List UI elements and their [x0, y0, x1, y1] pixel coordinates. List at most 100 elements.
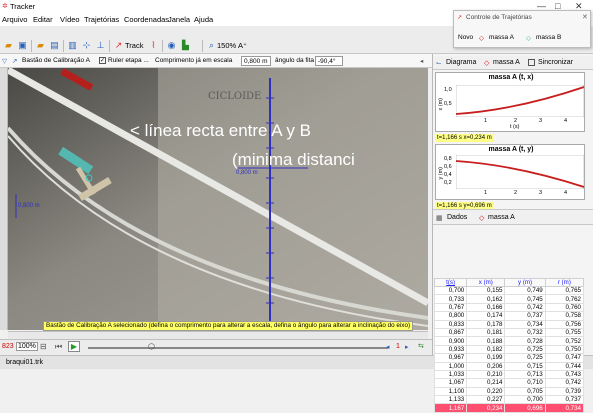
step-size-value[interactable]: 1 [396, 343, 400, 350]
frame-counter[interactable]: 823 [2, 343, 14, 350]
angle-field[interactable]: -90,4° [315, 56, 343, 66]
table-cell[interactable]: 0,765 [544, 285, 585, 296]
table-cell[interactable]: 0,867 [433, 327, 468, 338]
table-cell[interactable]: 0,728 [504, 336, 546, 346]
table-cell[interactable]: 0,181 [466, 327, 506, 338]
video-export-icon[interactable]: ▤ [49, 40, 60, 51]
popup-close-icon[interactable]: ✕ [582, 13, 588, 21]
table-cell[interactable]: 0,743 [544, 369, 585, 380]
column-header-r[interactable]: r (m) [544, 278, 585, 287]
menu-video[interactable]: Vídeo [60, 15, 80, 24]
table-cell[interactable]: 0,227 [466, 395, 506, 405]
file-tab[interactable]: braqui01.trk [6, 359, 43, 366]
table-row[interactable]: 0,700 0,155 0,749 0,765 [433, 285, 585, 296]
table-cell[interactable]: 0,762 [544, 294, 585, 304]
table-cell[interactable]: 0,234 [466, 403, 506, 413]
table-cell[interactable]: 0,710 [504, 378, 546, 388]
sync-checkbox[interactable] [528, 59, 535, 66]
table-cell[interactable]: 0,734 [504, 319, 546, 329]
video-view[interactable]: CICLOIDE < línea recta entre A y B (mini… [8, 68, 428, 330]
table-cell[interactable]: 0,755 [544, 327, 585, 338]
data-menu[interactable]: Dados [447, 214, 467, 221]
table-row[interactable]: 0,900 0,188 0,728 0,752 [433, 336, 585, 346]
mass-b-toggle[interactable]: massa B [536, 34, 561, 41]
clip-settings-icon[interactable]: ▥ [67, 40, 78, 51]
new-track-icon[interactable]: ↗ [113, 40, 124, 51]
table-row[interactable]: 1,167 0,234 0,696 0,734 [433, 403, 585, 413]
table-cell[interactable]: 0,739 [544, 386, 585, 397]
table-cell[interactable]: 1,100 [433, 386, 468, 397]
table-cell[interactable]: 0,734 [544, 403, 585, 413]
plot-y-vs-t[interactable]: massa A (t, y) y (m) 0,8 0,6 0,4 0,2 1 2… [435, 144, 585, 200]
chart-icon[interactable]: ▙ [180, 40, 191, 51]
playback-zoom[interactable]: 100% [16, 342, 38, 351]
table-cell[interactable]: 0,220 [466, 386, 506, 397]
table-cell[interactable]: 0,742 [504, 302, 546, 313]
table-cell[interactable]: 1,000 [433, 361, 468, 371]
table-cell[interactable]: 0,750 [544, 344, 585, 355]
coordinate-axes-icon[interactable]: ⊹ [81, 40, 92, 51]
step-back-icon[interactable]: ◂ [386, 343, 390, 351]
table-cell[interactable]: 0,747 [544, 353, 585, 363]
table-cell[interactable]: 0,174 [466, 311, 506, 321]
mass-a-toggle[interactable]: massa A [489, 34, 514, 41]
loop-icon[interactable]: ⇆ [418, 342, 424, 350]
table-cell[interactable]: 0,206 [466, 361, 506, 371]
table-cell[interactable]: 0,725 [504, 353, 546, 363]
filter-icon[interactable]: ▽ [2, 57, 7, 65]
track-autotracker-icon[interactable]: ⌇ [148, 40, 159, 51]
table-cell[interactable]: 1,067 [433, 378, 468, 388]
zoom-level[interactable]: 150% [217, 41, 236, 50]
open-video-icon[interactable]: ▰ [35, 40, 46, 51]
table-cell[interactable]: 0,188 [466, 336, 506, 346]
table-cell[interactable]: 0,800 [433, 311, 468, 321]
step-size-icon[interactable]: ⊟ [40, 342, 47, 351]
table-cell[interactable]: 0,178 [466, 319, 506, 329]
data-table[interactable]: t(s) x (m) y (m) r (m) 0,700 0,155 0,749 0,… [433, 278, 585, 413]
panel-collapse-icon[interactable]: ◂ [420, 57, 423, 65]
table-cell[interactable]: 0,182 [466, 344, 506, 355]
table-cell[interactable]: 0,715 [504, 361, 546, 371]
table-cell[interactable]: 0,725 [504, 344, 546, 355]
table-cell[interactable]: 0,967 [433, 353, 468, 363]
play-button[interactable]: ▶ [68, 341, 80, 352]
table-cell[interactable]: 0,166 [466, 302, 506, 313]
menu-janela[interactable]: Janela [168, 15, 190, 24]
diagram-menu[interactable]: Diagrama [446, 59, 476, 66]
table-row[interactable]: 0,733 0,162 0,745 0,762 [433, 294, 585, 304]
table-cell[interactable]: 0,162 [466, 294, 506, 304]
new-track-button[interactable]: Novo [458, 34, 473, 41]
table-cell[interactable]: 0,705 [504, 386, 546, 397]
table-cell[interactable]: 0,737 [504, 311, 546, 321]
table-row[interactable]: 0,867 0,181 0,732 0,755 [433, 327, 585, 338]
menu-ajuda[interactable]: Ajuda [194, 15, 213, 24]
column-header-t[interactable]: t(s) [433, 278, 468, 287]
table-cell[interactable]: 1,133 [433, 395, 468, 405]
rewind-icon[interactable]: ⏮ [55, 342, 62, 352]
table-row[interactable]: 0,933 0,182 0,725 0,750 [433, 344, 585, 355]
track-menu-label[interactable]: Track [125, 41, 143, 50]
menu-arquivo[interactable]: Arquivo [2, 15, 27, 24]
table-cell[interactable]: 0,155 [466, 285, 506, 296]
table-cell[interactable]: 0,700 [504, 395, 546, 405]
table-row[interactable]: 0,833 0,178 0,734 0,756 [433, 319, 585, 329]
table-cell[interactable]: 0,210 [466, 369, 506, 380]
table-cell[interactable]: 0,737 [544, 395, 585, 405]
table-cell[interactable]: 0,742 [544, 378, 585, 388]
table-cell[interactable]: 0,933 [433, 344, 468, 355]
timeline-slider[interactable] [88, 347, 388, 349]
table-cell[interactable]: 0,752 [544, 336, 585, 346]
menu-editar[interactable]: Editar [33, 15, 53, 24]
table-cell[interactable]: 0,713 [504, 369, 546, 380]
table-cell[interactable]: 0,758 [544, 311, 585, 321]
open-folder-icon[interactable]: ▰ [3, 40, 14, 51]
table-row[interactable]: 1,000 0,206 0,715 0,744 [433, 361, 585, 371]
column-header-y[interactable]: y (m) [504, 278, 546, 287]
calibration-tool-name[interactable]: Bastão de Calibração A [22, 57, 90, 64]
table-row[interactable]: 1,133 0,227 0,700 0,737 [433, 395, 585, 405]
column-header-x[interactable]: x (m) [466, 278, 506, 287]
table-cell[interactable]: 0,732 [504, 327, 546, 338]
save-icon[interactable]: ▣ [17, 40, 28, 51]
horizontal-scrollbar[interactable] [8, 331, 428, 339]
table-row[interactable]: 0,767 0,166 0,742 0,760 [433, 302, 585, 313]
